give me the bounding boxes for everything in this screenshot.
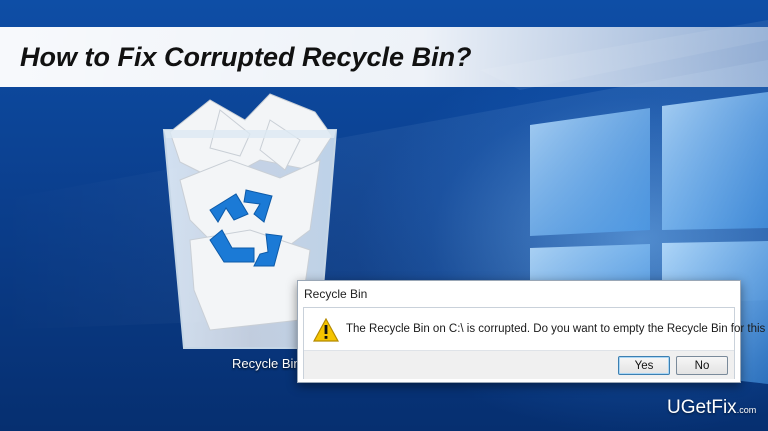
- watermark-brand: UGetFix: [667, 397, 737, 418]
- dialog-footer: Yes No: [304, 350, 734, 379]
- error-dialog: Recycle Bin The Recycle Bin on C:\ is co…: [297, 280, 768, 383]
- warning-icon: [313, 318, 339, 342]
- watermark-suffix: .com: [736, 405, 757, 415]
- ugetfix-watermark: UGetFix.com: [667, 397, 756, 421]
- dialog-message: The Recycle Bin on C:\ is corrupted. Do …: [346, 323, 768, 335]
- no-button[interactable]: No: [676, 356, 728, 375]
- page-title: How to Fix Corrupted Recycle Bin?: [20, 42, 472, 72]
- dialog-titlebar[interactable]: Recycle Bin: [298, 281, 740, 307]
- recycle-bin-label: Recycle Bin: [232, 356, 301, 371]
- yes-button[interactable]: Yes: [618, 356, 670, 375]
- title-banner: How to Fix Corrupted Recycle Bin?: [0, 27, 768, 87]
- dialog-body: The Recycle Bin on C:\ is corrupted. Do …: [303, 307, 768, 379]
- dialog-title: Recycle Bin: [304, 287, 368, 301]
